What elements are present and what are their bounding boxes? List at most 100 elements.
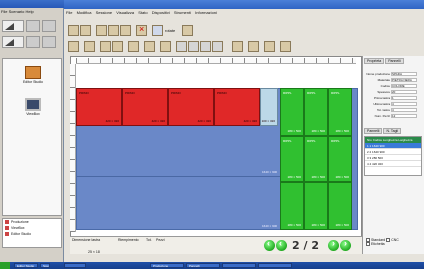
new-button[interactable] <box>68 25 79 36</box>
shape-tool-button[interactable] <box>2 20 24 32</box>
label-checkbox[interactable] <box>366 242 370 247</box>
green-piece[interactable]: RIPPL 280 × 500 <box>280 88 304 136</box>
tool-button[interactable] <box>212 41 223 52</box>
taskbar-item[interactable] <box>64 263 86 268</box>
tool-button[interactable] <box>232 41 243 52</box>
tool-button[interactable] <box>42 20 56 32</box>
taskbar-item[interactable] <box>258 263 292 268</box>
property-value[interactable]: 1 <box>391 96 417 101</box>
green-piece[interactable]: 280 × 500 <box>280 182 304 230</box>
taskbar-item[interactable]: Pannelli <box>186 263 220 268</box>
shape-tool-button[interactable] <box>2 36 24 48</box>
property-key: Num. Pezzi <box>374 114 390 118</box>
green-piece[interactable]: 280 × 500 <box>328 182 352 230</box>
green-piece[interactable]: RIPPL 280 × 500 <box>328 136 352 182</box>
menu-dispositivi[interactable]: Dispositivi <box>152 10 170 15</box>
property-value[interactable]: PIETRA NERA <box>391 78 417 83</box>
tool-button[interactable] <box>160 41 171 52</box>
cnc-checkbox[interactable] <box>386 238 391 243</box>
previous-page-button[interactable] <box>276 238 287 251</box>
left-menu-item[interactable]: Scenario <box>9 9 25 14</box>
property-value[interactable]: 12 <box>391 114 417 119</box>
next-page-button[interactable] <box>328 238 339 251</box>
property-value[interactable]: 4 <box>391 102 417 107</box>
tab-tagli[interactable]: N. Tagli <box>383 128 402 134</box>
property-key: Prima lastra <box>373 96 390 100</box>
piece-dimension: 420 × 320 <box>197 119 211 123</box>
tab-pannelli[interactable]: Pannelli <box>385 58 404 64</box>
left-app-menu: File Scenario Help <box>1 9 63 15</box>
editor-launcher[interactable]: Editor Studio <box>22 66 44 84</box>
menu-modifica[interactable]: Modifica <box>77 10 92 15</box>
tool-button[interactable] <box>42 36 56 48</box>
tool-button[interactable] <box>200 41 211 52</box>
tab-proprieta[interactable]: Proprieta <box>364 58 385 64</box>
menu-file[interactable]: File <box>66 10 72 15</box>
table-row[interactable]: 4 4 420 320 <box>365 161 421 167</box>
green-piece[interactable]: RIPPL 280 × 500 <box>304 136 328 182</box>
rotate-button[interactable] <box>152 25 163 36</box>
start-button[interactable] <box>0 262 10 269</box>
tool-button[interactable] <box>84 41 95 52</box>
main-menu-bar: File Modifica Sessione Visualizza Stato … <box>66 10 366 16</box>
tool-button[interactable] <box>68 41 79 52</box>
taskbar-item[interactable]: Produzione <box>150 263 184 268</box>
taskbar-item[interactable]: Editor Studio <box>14 263 38 268</box>
tool-button[interactable] <box>176 41 187 52</box>
properties-button[interactable] <box>182 25 193 36</box>
list-item[interactable]: Editor Studio <box>3 231 61 237</box>
tool-button[interactable] <box>248 41 259 52</box>
tool-button[interactable] <box>188 41 199 52</box>
left-menu-item[interactable]: File <box>1 9 7 14</box>
green-piece[interactable]: RIPPL 280 × 500 <box>328 88 352 136</box>
green-piece[interactable]: RIPPL 280 × 500 <box>304 88 328 136</box>
monitor-icon <box>25 98 41 111</box>
table-cell: 1 <box>369 144 372 148</box>
previous-page-button[interactable] <box>264 238 275 251</box>
column-header[interactable]: Larghezza <box>398 138 412 142</box>
property-value[interactable]: SPADA <box>391 72 417 77</box>
table-cell: 1 <box>367 144 369 148</box>
piece-label: RIPPL <box>307 139 316 143</box>
menu-informazioni[interactable]: Informazioni <box>195 10 217 15</box>
tool-button[interactable] <box>264 41 275 52</box>
copy-button[interactable] <box>108 25 119 36</box>
menu-visualizza[interactable]: Visualizza <box>116 10 134 15</box>
delete-button[interactable] <box>136 24 147 36</box>
taskbar-item[interactable]: Scenario <box>40 263 50 268</box>
next-page-button[interactable] <box>340 238 351 251</box>
table-cell: 900 <box>379 150 385 154</box>
red-piece[interactable]: PRIMO 420 × 320 <box>76 88 122 126</box>
light-piece[interactable]: 100 × 320 <box>260 88 278 126</box>
menu-stato[interactable]: Stato <box>138 10 147 15</box>
tool-button[interactable] <box>144 41 155 52</box>
column-header[interactable]: Codice <box>373 138 382 142</box>
property-value[interactable]: 4 <box>391 108 417 113</box>
open-button[interactable] <box>80 25 91 36</box>
tab-pannelli-table[interactable]: Pannelli <box>364 128 383 134</box>
left-menu-item[interactable]: Help <box>26 9 34 14</box>
property-row: Materiale PIETRA NERA <box>366 78 422 83</box>
cut-button[interactable] <box>96 25 107 36</box>
tool-button[interactable] <box>112 41 123 52</box>
viewbox-launcher[interactable]: ViewBox <box>22 98 44 116</box>
table-cell: 280 <box>372 156 378 160</box>
red-piece[interactable]: PRIMO 420 × 320 <box>168 88 214 126</box>
menu-strumenti[interactable]: Strumenti <box>174 10 191 15</box>
tool-button[interactable] <box>128 41 139 52</box>
tool-button[interactable] <box>100 41 111 52</box>
green-piece[interactable]: RIPPL 280 × 500 <box>280 136 304 182</box>
red-piece[interactable]: PRIMO 420 × 320 <box>122 88 168 126</box>
property-value[interactable]: 20 <box>391 90 417 95</box>
red-piece[interactable]: PRIMO 420 × 320 <box>214 88 260 126</box>
property-value[interactable]: COLORE <box>391 84 417 89</box>
green-piece[interactable]: 280 × 500 <box>304 182 328 230</box>
tool-button[interactable] <box>26 20 40 32</box>
taskbar-item[interactable] <box>222 263 256 268</box>
column-header[interactable]: Lunghezza <box>383 138 398 142</box>
tool-button[interactable] <box>280 41 291 52</box>
paste-button[interactable] <box>120 25 131 36</box>
column-header[interactable]: Nro <box>367 138 372 142</box>
tool-button[interactable] <box>26 36 40 48</box>
menu-sessione[interactable]: Sessione <box>96 10 112 15</box>
